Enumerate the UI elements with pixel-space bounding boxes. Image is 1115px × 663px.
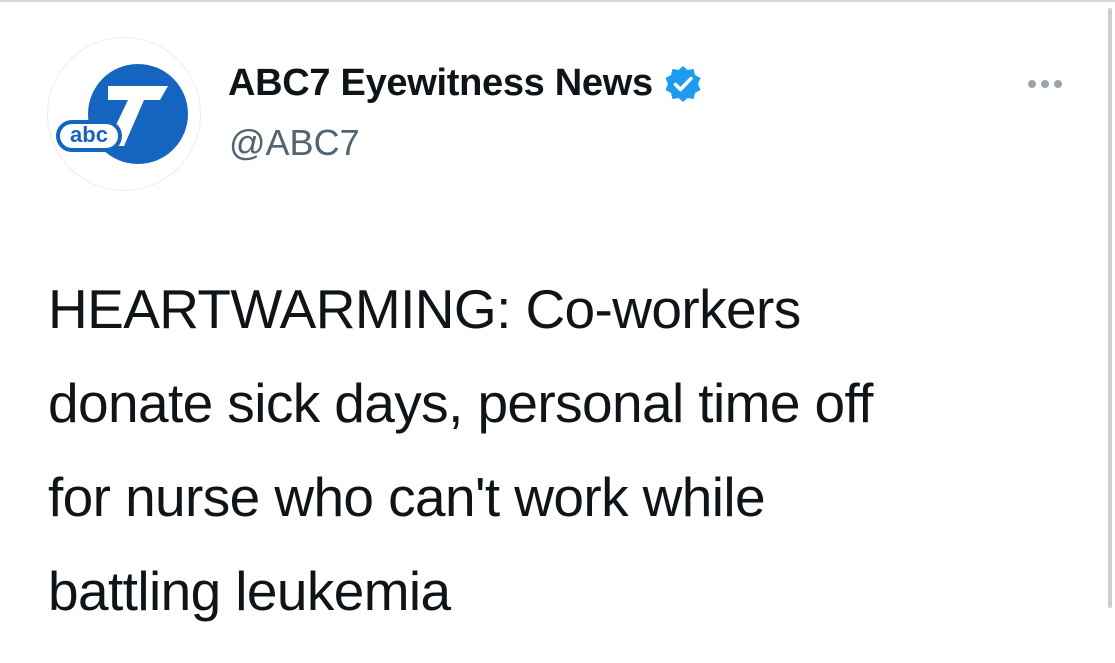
more-dot bbox=[1028, 80, 1036, 88]
abc7-logo-icon: abc bbox=[56, 64, 188, 164]
verified-badge-icon bbox=[665, 65, 701, 102]
avatar[interactable]: abc bbox=[48, 38, 200, 190]
tweet-text: HEARTWARMING: Co-workers donate sick day… bbox=[48, 278, 873, 622]
more-dot bbox=[1054, 80, 1062, 88]
author-name-row: ABC7 Eyewitness News bbox=[228, 62, 703, 105]
more-horizontal-icon[interactable] bbox=[1028, 80, 1062, 88]
scrollbar[interactable] bbox=[1108, 8, 1112, 608]
top-divider bbox=[0, 0, 1115, 2]
author-handle[interactable]: @ABC7 bbox=[229, 122, 360, 164]
more-dot bbox=[1041, 80, 1049, 88]
author-display-name[interactable]: ABC7 Eyewitness News bbox=[228, 62, 653, 105]
svg-text:abc: abc bbox=[70, 122, 108, 147]
